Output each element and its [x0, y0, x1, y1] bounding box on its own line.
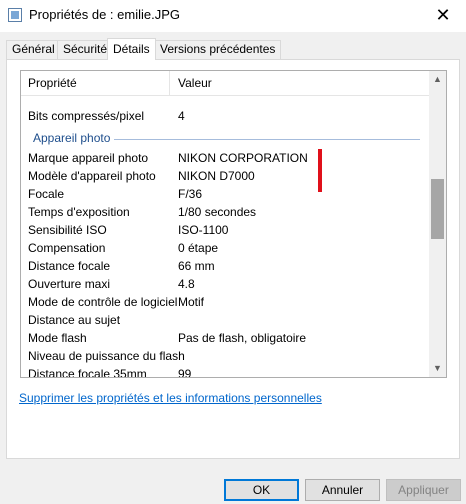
list-item[interactable]: Distance focale 66 mm [21, 257, 430, 275]
vertical-scrollbar[interactable]: ▲ ▼ [429, 71, 446, 377]
property-name: Compensation [28, 241, 106, 255]
property-name: Bits compressés/pixel [28, 109, 145, 123]
list-item[interactable]: Compensation 0 étape [21, 239, 430, 257]
list-item[interactable]: Modèle d'appareil photo NIKON D7000 [21, 167, 430, 185]
property-value: NIKON CORPORATION [178, 151, 308, 165]
apply-button[interactable]: Appliquer [386, 479, 461, 501]
property-value: 4.8 [178, 277, 195, 291]
ok-button[interactable]: OK [224, 479, 299, 501]
column-divider[interactable] [169, 71, 170, 95]
scroll-up-icon[interactable]: ▲ [429, 71, 446, 88]
properties-list[interactable]: Propriété Valeur Bits compressés/pixel 4… [20, 70, 447, 378]
property-name: Focale [28, 187, 65, 201]
list-item[interactable]: Bits compressés/pixel 4 [21, 107, 430, 125]
list-item[interactable]: Niveau de puissance du flash [21, 347, 430, 365]
property-name: Niveau de puissance du flash [28, 349, 185, 363]
column-header-value[interactable]: Valeur [171, 71, 212, 95]
scroll-down-icon[interactable]: ▼ [429, 360, 446, 377]
list-item[interactable]: Mode de contrôle de logiciel Motif [21, 293, 430, 311]
red-highlight-marker [318, 149, 322, 192]
property-name: Modèle d'appareil photo [28, 169, 156, 183]
tab-details[interactable]: Détails [107, 38, 156, 60]
list-item[interactable]: Mode flash Pas de flash, obligatoire [21, 329, 430, 347]
scrollbar-thumb[interactable] [431, 179, 444, 239]
property-name: Distance focale [28, 259, 111, 273]
property-name: Mode de contrôle de logiciel [28, 295, 178, 309]
remove-properties-link[interactable]: Supprimer les propriétés et les informat… [19, 391, 322, 405]
tab-security[interactable]: Sécurité [57, 40, 114, 59]
list-item[interactable]: Temps d'exposition 1/80 secondes [21, 203, 430, 221]
window-title: Propriétés de : emilie.JPG [29, 7, 181, 22]
property-value: 1/80 secondes [178, 205, 257, 219]
property-value: Pas de flash, obligatoire [178, 331, 307, 345]
property-name: Distance focale 35mm [28, 367, 147, 378]
list-item[interactable]: Marque appareil photo NIKON CORPORATION [21, 149, 430, 167]
list-header: Propriété Valeur [21, 71, 430, 96]
tab-previous-versions[interactable]: Versions précédentes [154, 40, 282, 59]
list-item[interactable]: Sensibilité ISO ISO-1100 [21, 221, 430, 239]
cancel-button[interactable]: Annuler [305, 479, 380, 501]
property-name: Mode flash [28, 331, 87, 345]
list-item[interactable]: Focale F/36 [21, 185, 430, 203]
property-value: Motif [178, 295, 205, 309]
property-value: NIKON D7000 [178, 169, 255, 183]
list-item[interactable]: Distance focale 35mm 99 [21, 365, 430, 378]
property-value: 0 étape [178, 241, 219, 255]
file-icon [8, 8, 22, 22]
tab-general[interactable]: Général [6, 40, 61, 59]
title-bar: Propriétés de : emilie.JPG ✕ [0, 0, 466, 32]
group-header: Appareil photo [21, 129, 430, 147]
property-name: Sensibilité ISO [28, 223, 107, 237]
property-name: Marque appareil photo [28, 151, 149, 165]
column-header-property[interactable]: Propriété [21, 71, 77, 95]
property-name: Temps d'exposition [28, 205, 130, 219]
list-item[interactable]: Ouverture maxi 4.8 [21, 275, 430, 293]
tab-strip: Général Sécurité Détails Versions précéd… [6, 38, 460, 60]
property-value: 66 mm [178, 259, 215, 273]
property-value: ISO-1100 [178, 223, 229, 237]
list-item[interactable]: Distance au sujet [21, 311, 430, 329]
group-label: Appareil photo [33, 129, 115, 147]
property-value: F/36 [178, 187, 203, 201]
property-value: 99 [178, 367, 192, 378]
property-value: 4 [178, 109, 185, 123]
property-name: Ouverture maxi [28, 277, 111, 291]
property-name: Distance au sujet [28, 313, 121, 327]
close-icon[interactable]: ✕ [420, 0, 466, 32]
